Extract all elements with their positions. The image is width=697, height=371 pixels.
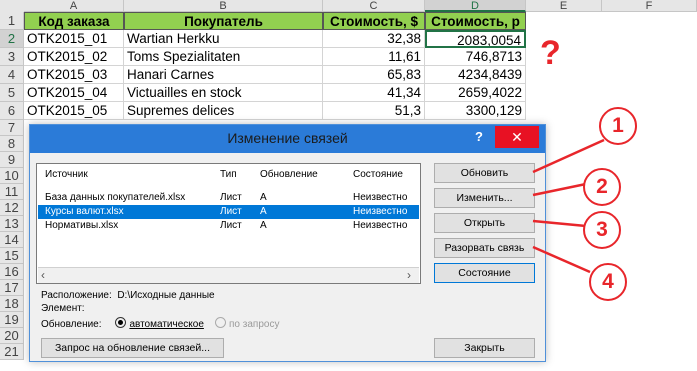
callout-2: 2	[583, 168, 621, 206]
callout-4: 4	[589, 263, 627, 301]
callout-1: 1	[599, 107, 637, 145]
callout-3: 3	[583, 211, 621, 249]
